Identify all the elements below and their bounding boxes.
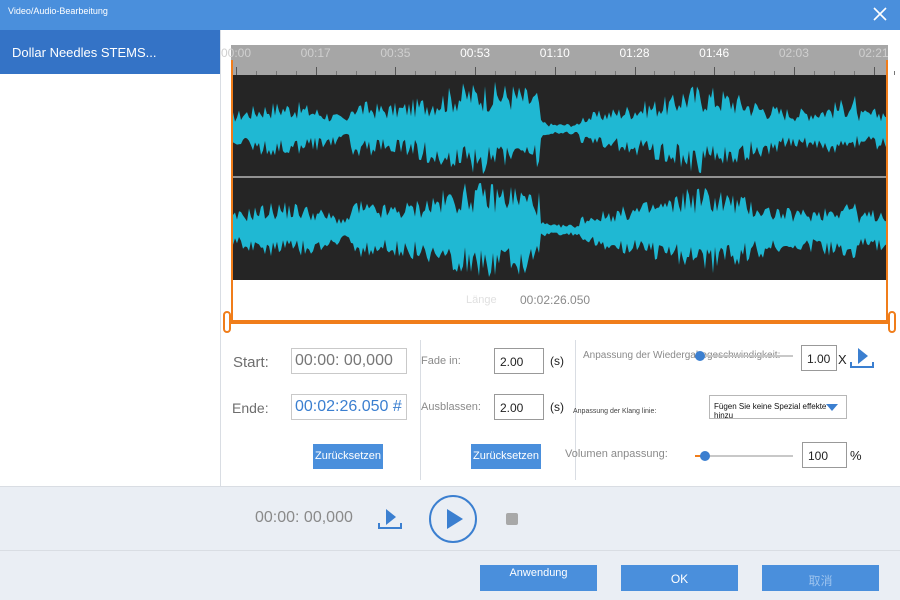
timeline-ruler[interactable]: 00:00 00:17 00:35 00:53 01:10 01:28 01:46 02:03… (221, 45, 895, 75)
timeline-tick (236, 67, 237, 75)
timeline-label: 01:10 (539, 46, 570, 60)
timeline-label: 02:03 (778, 46, 809, 60)
waveform-display[interactable] (231, 75, 888, 280)
download-icon[interactable] (849, 346, 875, 370)
timeline-label: 01:28 (619, 46, 650, 60)
timeline-label: 00:00 (220, 46, 252, 60)
download-icon[interactable] (377, 507, 403, 531)
fade-in-unit: (s) (550, 354, 564, 368)
title-bar: Video/Audio-Bearbeitung (0, 0, 900, 30)
cancel-button[interactable]: 取消 (762, 565, 879, 591)
close-icon[interactable] (872, 6, 888, 22)
speed-slider-track[interactable] (695, 355, 793, 357)
timeline-label: 00:17 (300, 46, 331, 60)
start-label: Start: (233, 354, 269, 371)
timeline-tick (554, 67, 556, 75)
waveform-channel-left (231, 81, 887, 174)
timeline-label: 00:35 (380, 46, 411, 60)
volume-input[interactable]: 100 (802, 442, 847, 468)
timeline-tick (793, 67, 795, 75)
fade-out-input[interactable]: 2.00 (494, 394, 544, 420)
duration-row: Länge 00:02:26.050 (231, 280, 888, 320)
timeline-label: 02:21 (858, 46, 889, 60)
waveform-channel-right (231, 183, 887, 277)
window-title: Video/Audio-Bearbeitung (8, 6, 108, 16)
fade-in-label: Fade in: (421, 355, 461, 367)
play-icon[interactable] (428, 494, 478, 544)
start-time-input[interactable]: 00:00: 00,000 (291, 348, 407, 374)
sound-label: Anpassung der Klang linie: (573, 408, 657, 415)
speed-input[interactable]: 1.00 (801, 345, 837, 371)
timeline-tick (315, 67, 317, 75)
editor-panel: 00:00 00:17 00:35 00:53 01:10 01:28 01:46 02:03… (221, 30, 900, 486)
timeline-label: 01:46 (699, 46, 730, 60)
timeline-tick (873, 67, 875, 75)
volume-slider-thumb[interactable] (699, 451, 710, 461)
timeline-tick (475, 67, 477, 75)
dialog-footer: Anwendung OK 取消 (0, 550, 900, 600)
duration-value: 00:02:26.050 (520, 293, 591, 307)
timeline-tick (634, 67, 636, 75)
waveform-svg (231, 81, 888, 277)
timeline-tick (395, 67, 397, 75)
start-marker-line (231, 60, 233, 322)
end-time-input[interactable]: 00:02:26.050 # (291, 394, 407, 420)
reset-fade-button[interactable]: Zurücksetzen (471, 444, 541, 469)
fade-out-unit: (s) (550, 400, 564, 414)
volume-unit: % (850, 448, 862, 463)
file-list: Dollar Needles STEMS... (0, 30, 221, 486)
file-list-item[interactable]: Dollar Needles STEMS... (0, 30, 220, 74)
trim-end-handle[interactable] (888, 311, 896, 333)
apply-button[interactable]: Anwendung (480, 565, 597, 591)
current-time: 00:00: 00,000 (255, 509, 353, 526)
fade-in-input[interactable]: 2.00 (494, 348, 544, 374)
volume-label: Volumen anpassung: (565, 448, 668, 460)
speed-slider-thumb[interactable] (694, 351, 705, 361)
duration-label: Länge (466, 294, 497, 306)
fade-out-label: Ausblassen: (421, 401, 481, 413)
timeline-label: 00:53 (460, 46, 491, 60)
trim-start-handle[interactable] (223, 311, 231, 333)
reset-trim-button[interactable]: Zurücksetzen (313, 444, 383, 469)
ok-button[interactable]: OK (621, 565, 738, 591)
speed-unit: X (838, 352, 847, 367)
player-bar: 00:00: 00,000 (0, 486, 900, 550)
sound-effect-value: Fügen Sie keine Spezial effekte hinzu (714, 402, 827, 420)
chevron-down-icon (826, 404, 838, 411)
timeline-tick (714, 67, 716, 75)
end-marker-line (886, 60, 888, 322)
end-label: Ende: (232, 400, 269, 416)
timeline-tick (893, 71, 895, 75)
trim-range-bar (228, 320, 891, 324)
stop-icon[interactable] (506, 513, 518, 525)
